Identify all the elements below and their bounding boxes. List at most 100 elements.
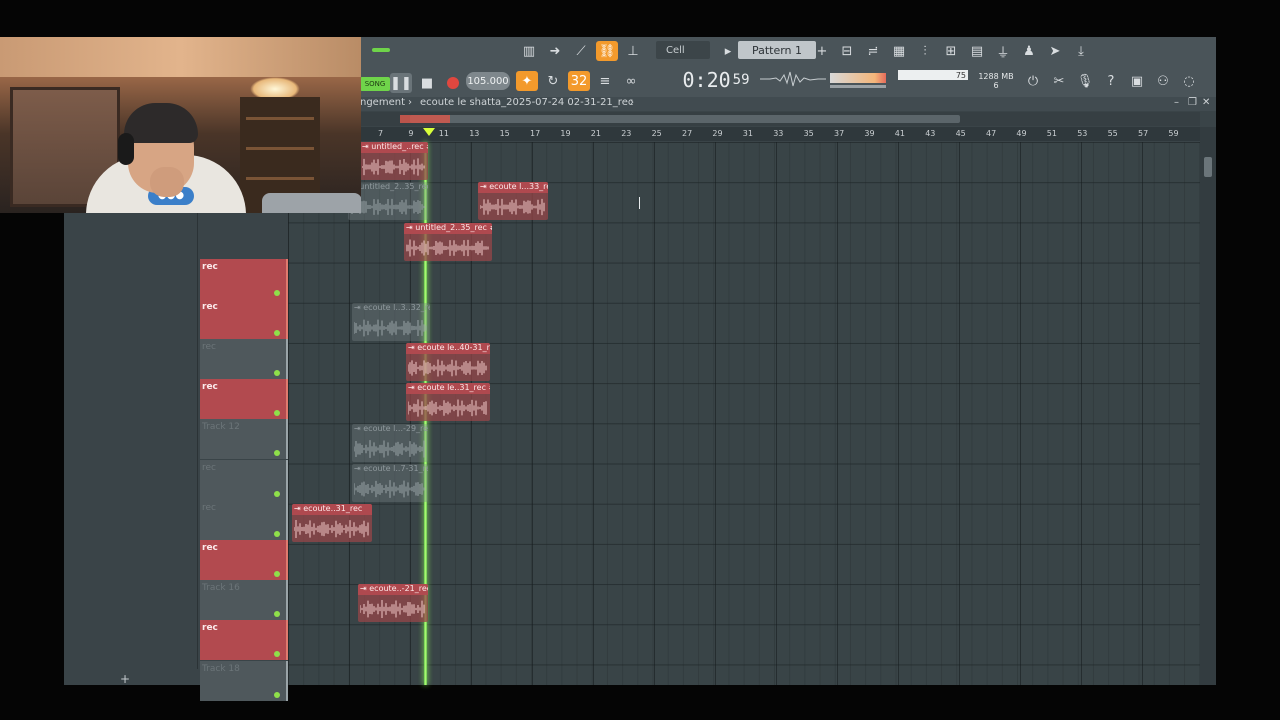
audio-clip[interactable]: ⇥ untitled_..rec #2 [360, 142, 428, 181]
audio-clip[interactable]: ⇥ ecoute l...-29_rec [352, 423, 428, 462]
track-header[interactable]: rec [200, 459, 288, 500]
browser-icon[interactable]: ⊞ [940, 41, 962, 61]
restore-icon[interactable]: ❐ [1188, 97, 1197, 108]
audio-waveform [354, 439, 425, 458]
record-button[interactable] [442, 73, 464, 93]
audio-clip[interactable]: ⇥ ecoute l..3..32_rec [352, 302, 430, 341]
ruler-bar-label: 17 [530, 129, 541, 138]
track-mute-led[interactable] [274, 530, 280, 537]
mixer-icon[interactable]: ⫶ [914, 41, 936, 61]
master-volume-slider[interactable] [370, 45, 392, 55]
time-main: 0:20 [682, 68, 731, 92]
track-header[interactable]: Track 16 [200, 580, 288, 621]
track-mute-led[interactable] [274, 571, 280, 577]
track-mute-led[interactable] [274, 691, 280, 698]
song-time-display[interactable]: 0:20 59 [676, 67, 756, 93]
pattern-selector[interactable]: Pattern 1 [738, 41, 816, 59]
song-mode-toggle[interactable]: SONG [360, 77, 390, 91]
audio-clip[interactable]: ⇥ ecoute..-21_rec [358, 584, 428, 623]
clipboard-icon[interactable]: ▤ [966, 41, 988, 61]
vertical-scroll-thumb[interactable] [1204, 157, 1212, 177]
audio-waveform [294, 519, 369, 538]
audio-clip-label: ⇥ ecoute le..31_rec #2 [406, 383, 490, 395]
audio-waveform [362, 158, 425, 176]
blend-icon[interactable]: ≡ [594, 71, 616, 91]
track-mute-led[interactable] [274, 410, 280, 417]
snap-32-button[interactable]: 32 [568, 71, 590, 91]
audio-clip[interactable]: ⇥ ecoute le..40-31_rec [406, 343, 490, 382]
timeline-ruler[interactable]: 7 9 11 13 15 17 19 21 23 25 27 29 31 33 35 37 39 41 43 45 47… [360, 127, 1200, 141]
horizontal-scroll-thumb[interactable] [410, 115, 960, 123]
snap-select[interactable]: Cell [656, 41, 710, 59]
close-icon[interactable]: ✕ [1202, 97, 1210, 108]
track-header[interactable]: rec [200, 298, 288, 339]
audio-clip[interactable]: ⇥ untitled_2..35_rec #4 [404, 222, 492, 261]
power-icon[interactable]: ⏻ [1022, 71, 1044, 91]
tempo-display[interactable]: 105.000 [466, 72, 510, 90]
track-header[interactable]: Track 18 [200, 660, 288, 701]
save-icon[interactable]: ▣ [1126, 71, 1148, 91]
metronome-icon[interactable]: ✦ [516, 71, 538, 91]
webcam-laptop [262, 193, 361, 213]
tools-icon[interactable]: ✂ [1048, 71, 1070, 91]
piano-icon[interactable]: ▥ [518, 41, 540, 61]
audio-clip[interactable]: ⇥ ecoute le..31_rec #2 [406, 383, 490, 422]
webcam-overlay: ●●● [0, 37, 361, 213]
track-mute-led[interactable] [274, 651, 280, 658]
ruler-bar-label: 11 [438, 129, 449, 138]
stamp-icon[interactable]: ⊥ [622, 41, 644, 61]
channel-rack-icon[interactable]: ▦ [888, 41, 910, 61]
track-mute-led[interactable] [274, 490, 280, 497]
help-icon[interactable]: ? [1100, 71, 1122, 91]
audio-waveform [480, 199, 545, 216]
track-mute-led[interactable] [274, 611, 280, 618]
microphone-icon[interactable]: 🎙 [1074, 71, 1096, 91]
track-mute-led[interactable] [274, 370, 280, 376]
track-name: rec [202, 623, 218, 634]
track-header[interactable]: rec [200, 339, 288, 379]
track-name: Track 12 [202, 422, 240, 433]
track-mute-led[interactable] [274, 329, 280, 336]
track-header[interactable]: rec [200, 258, 288, 299]
track-mute-led[interactable] [274, 450, 280, 457]
vertical-scrollbar[interactable] [1200, 127, 1216, 685]
breadcrumb-separator: › [408, 97, 412, 108]
audio-clip[interactable]: ⇥ ecoute..31_rec [292, 503, 372, 542]
pattern-label: Pattern 1 [751, 43, 803, 57]
chat-icon[interactable]: ◌ [1178, 71, 1200, 91]
ruler-bar-label: 7 [378, 129, 384, 138]
playlist-icon[interactable]: ⊟ [836, 41, 858, 61]
track-header[interactable]: rec [200, 620, 288, 661]
pause-button[interactable]: ❚❚ [390, 73, 412, 93]
ruler-bar-label: 27 [682, 129, 693, 138]
arrow-right-icon[interactable]: ➜ [544, 41, 566, 61]
stop-button[interactable]: ■ [416, 73, 438, 93]
loop-record-icon[interactable]: ↻ [542, 71, 564, 91]
minimize-icon[interactable]: – [1174, 97, 1179, 108]
link-icon[interactable]: ⛓ [596, 41, 618, 61]
add-track-button[interactable]: + [120, 672, 130, 686]
horizontal-scrollbar[interactable] [360, 112, 1200, 126]
track-mute-led[interactable] [274, 289, 280, 296]
playhead-marker[interactable] [423, 128, 435, 136]
person-icon[interactable]: ♟ [1018, 41, 1040, 61]
audio-clip[interactable]: ⇥ ecoute l...33_rec [478, 182, 548, 221]
send-icon[interactable]: ➤ [1044, 41, 1066, 61]
wait-icon[interactable]: ∞ [620, 71, 642, 91]
playlist-grid[interactable]: ⇥ untitled_..rec #2 ⇥ ecoute l...33_rec ⇥ … [288, 142, 1200, 685]
robot-icon[interactable]: ⚇ [1152, 71, 1174, 91]
plugin-icon[interactable]: ⏚ [992, 41, 1014, 61]
ruler-bar-label: 45 [955, 129, 966, 138]
audio-waveform [408, 359, 487, 377]
audio-clip-label: ⇥ untitled_..rec #2 [360, 142, 428, 154]
audio-clip[interactable]: ⇥ ecoute l..7-31_rec [352, 463, 428, 502]
piano-roll-icon[interactable]: ≓ [862, 41, 884, 61]
play-pattern-icon[interactable]: ▸ [722, 41, 734, 61]
brush-icon[interactable]: ⟋ [570, 41, 592, 61]
track-header[interactable]: rec [200, 499, 288, 540]
track-header[interactable]: rec [200, 379, 288, 420]
download-icon[interactable]: ⤓ [1070, 41, 1092, 61]
add-pattern-icon[interactable]: + [816, 41, 828, 61]
track-header[interactable]: rec [200, 540, 288, 580]
track-header[interactable]: Track 12 [200, 419, 288, 460]
